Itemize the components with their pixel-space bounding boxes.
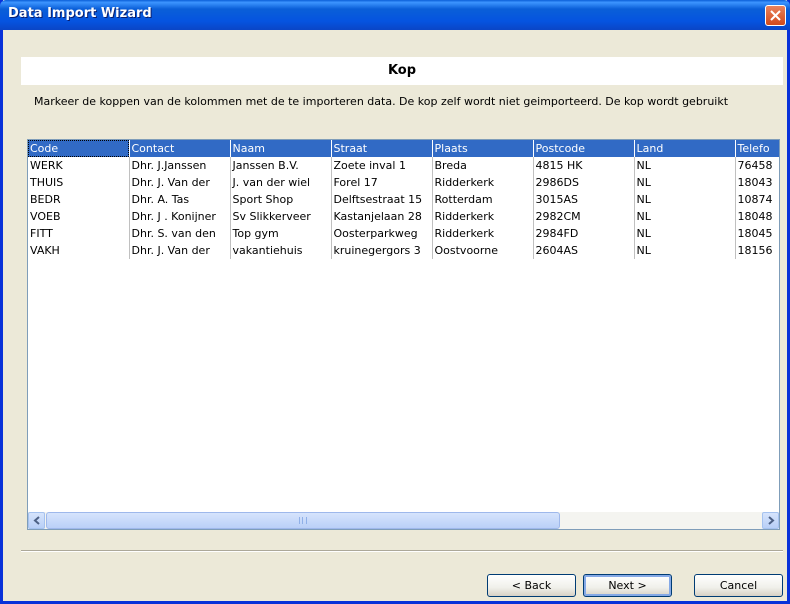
table-cell: 2604AS: [533, 242, 635, 259]
table-cell: Ridderkerk: [432, 174, 534, 191]
table-cell: Oostvoorne: [432, 242, 534, 259]
table-row[interactable]: VAKH Dhr. J. Van der vakantiehuis kruine…: [28, 242, 779, 259]
table-cell: J. van der wiel: [230, 174, 332, 191]
instructions-text: Markeer de koppen van de kolommen met de…: [34, 95, 729, 108]
table-cell: 18045: [735, 225, 779, 242]
table-cell: kruinegergors 3: [331, 242, 433, 259]
arrow-right-icon: [767, 516, 775, 525]
column-header[interactable]: Naam: [230, 140, 332, 157]
table-cell: 3015AS: [533, 191, 635, 208]
table-cell: VOEB: [28, 208, 130, 225]
grip-icon: [299, 517, 307, 524]
table-cell: Ridderkerk: [432, 208, 534, 225]
table-cell: BEDR: [28, 191, 130, 208]
table-cell: 18156: [735, 242, 779, 259]
column-header[interactable]: Land: [634, 140, 736, 157]
table-cell: vakantiehuis: [230, 242, 332, 259]
table-cell: NL: [634, 208, 736, 225]
table-cell: Janssen B.V.: [230, 157, 332, 174]
table-cell: NL: [634, 225, 736, 242]
close-icon: [770, 10, 781, 21]
table-cell: Delftsestraat 15: [331, 191, 433, 208]
table-cell: Sv Slikkerveer: [230, 208, 332, 225]
horizontal-scrollbar[interactable]: [28, 512, 779, 529]
table-cell: FITT: [28, 225, 130, 242]
table-cell: Rotterdam: [432, 191, 534, 208]
table-row[interactable]: FITT Dhr. S. van den Top gym Oosterparkw…: [28, 225, 779, 242]
table-row[interactable]: WERK Dhr. J.Janssen Janssen B.V. Zoete i…: [28, 157, 779, 174]
table-cell: Kastanjelaan 28: [331, 208, 433, 225]
table-row[interactable]: BEDR Dhr. A. Tas Sport Shop Delftsestraa…: [28, 191, 779, 208]
table-cell: Forel 17: [331, 174, 433, 191]
column-header[interactable]: Postcode: [533, 140, 635, 157]
table-cell: Dhr. J.Janssen: [129, 157, 231, 174]
arrow-left-icon: [32, 516, 40, 525]
table-cell: WERK: [28, 157, 130, 174]
scroll-thumb[interactable]: [46, 512, 560, 529]
table-cell: 2984FD: [533, 225, 635, 242]
table-cell: 18043: [735, 174, 779, 191]
table-cell: Top gym: [230, 225, 332, 242]
table-cell: Dhr. S. van den: [129, 225, 231, 242]
table-cell: Breda: [432, 157, 534, 174]
table-cell: 2986DS: [533, 174, 635, 191]
table-cell: VAKH: [28, 242, 130, 259]
column-header[interactable]: Contact: [129, 140, 231, 157]
cancel-button[interactable]: Cancel: [694, 574, 783, 597]
table-cell: Dhr. J . Konijner: [129, 208, 231, 225]
table-cell: Dhr. A. Tas: [129, 191, 231, 208]
back-button[interactable]: < Back: [487, 574, 576, 597]
close-button[interactable]: [765, 5, 786, 26]
table-cell: NL: [634, 157, 736, 174]
table-cell: NL: [634, 174, 736, 191]
table-row[interactable]: VOEB Dhr. J . Konijner Sv Slikkerveer Ka…: [28, 208, 779, 225]
table-cell: Oosterparkweg: [331, 225, 433, 242]
table-cell: Dhr. J. Van der: [129, 174, 231, 191]
table-cell: 4815 HK: [533, 157, 635, 174]
table-cell: 2982CM: [533, 208, 635, 225]
next-button[interactable]: Next >: [583, 574, 672, 597]
window-title: Data Import Wizard: [8, 6, 152, 21]
table-cell: Dhr. J. Van der: [129, 242, 231, 259]
column-header[interactable]: Straat: [331, 140, 433, 157]
header-row: Code Contact Naam Straat Plaats Postcode…: [28, 140, 779, 157]
footer-divider: [21, 550, 783, 552]
step-heading: Kop: [21, 57, 783, 85]
table-cell: THUIS: [28, 174, 130, 191]
data-table: Code Contact Naam Straat Plaats Postcode…: [28, 140, 779, 259]
title-bar[interactable]: Data Import Wizard: [0, 0, 790, 30]
table-cell: NL: [634, 191, 736, 208]
table-cell: 10874: [735, 191, 779, 208]
table-cell: Sport Shop: [230, 191, 332, 208]
table-row[interactable]: THUIS Dhr. J. Van der J. van der wiel Fo…: [28, 174, 779, 191]
table-cell: Ridderkerk: [432, 225, 534, 242]
table-cell: NL: [634, 242, 736, 259]
scroll-right-button[interactable]: [762, 512, 779, 529]
column-header[interactable]: Code: [28, 140, 130, 157]
data-grid[interactable]: Code Contact Naam Straat Plaats Postcode…: [27, 139, 780, 530]
table-cell: Zoete inval 1: [331, 157, 433, 174]
scroll-left-button[interactable]: [28, 512, 45, 529]
table-cell: 76458: [735, 157, 779, 174]
table-cell: 18048: [735, 208, 779, 225]
column-header[interactable]: Plaats: [432, 140, 534, 157]
column-header[interactable]: Telefo: [735, 140, 779, 157]
